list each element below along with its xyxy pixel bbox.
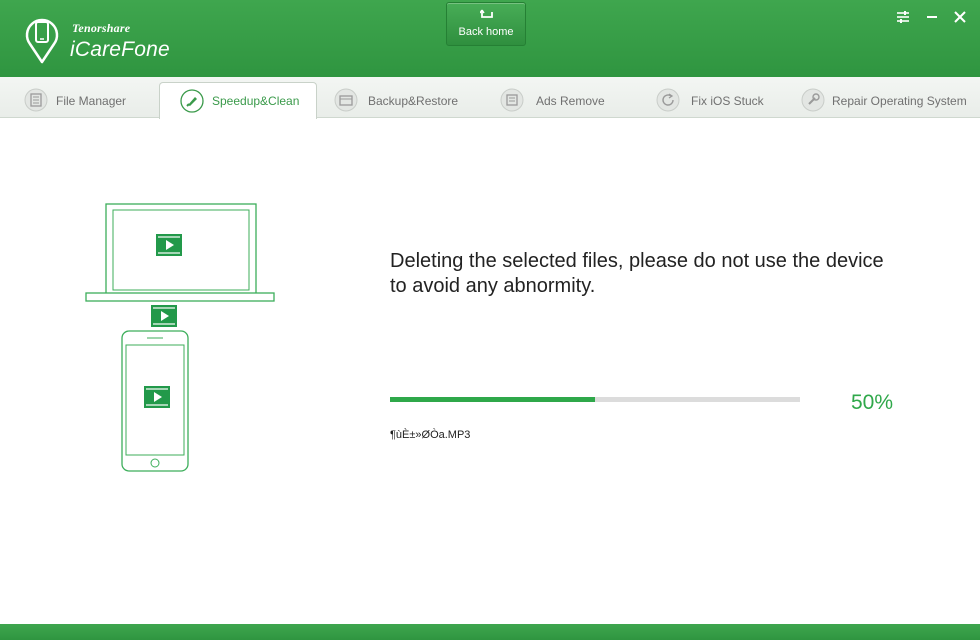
close-button[interactable] [950,8,970,26]
back-arrow-icon [480,9,493,18]
title-bar: Tenorshare iCareFone Back home [0,0,980,77]
feature-tab-bar: File Manager Speedup&Clean Backup&Restor… [0,77,980,119]
tab-label: Speedup&Clean [212,94,300,108]
backup-icon [334,88,358,112]
tab-speedup-clean[interactable]: Speedup&Clean [159,82,317,119]
file-manager-icon [24,88,48,112]
status-message-line: to avoid any abnormity. [390,275,596,297]
refresh-icon [656,88,680,112]
tab-label: Ads Remove [536,94,605,108]
brush-icon [180,89,204,113]
progress-bar-fill [390,397,595,402]
minimize-button[interactable] [922,8,942,26]
transfer-illustration [85,203,275,472]
progress-percent: 50% [851,391,894,414]
ads-remove-icon [500,88,524,112]
tab-label: Fix iOS Stuck [691,94,764,108]
close-icon [954,11,966,23]
status-message: Deleting the selected files, please do n… [390,249,950,299]
status-footer-bar [0,624,980,640]
back-home-button[interactable]: Back home [446,2,526,46]
tab-label: File Manager [56,94,127,108]
menu-button[interactable] [893,8,913,26]
transfer-video-icon [151,305,177,327]
video-file-icon [144,386,170,408]
video-file-icon [156,234,182,256]
menu-icon [897,11,909,23]
tab-label: Backup&Restore [368,94,459,108]
progress-bar [390,397,800,402]
status-message-line: Deleting the selected files, please do n… [390,250,884,272]
current-file-name: ¶ùÈ±»ØÒa.MP3 [390,429,471,441]
wrench-icon [801,88,825,112]
tab-label: Repair Operating System [832,94,967,108]
minimize-icon [927,16,937,18]
brand-company: Tenorshare [72,21,131,35]
back-home-label: Back home [458,26,514,38]
icarefone-logo-icon [25,18,59,64]
brand-product: iCareFone [70,38,170,61]
